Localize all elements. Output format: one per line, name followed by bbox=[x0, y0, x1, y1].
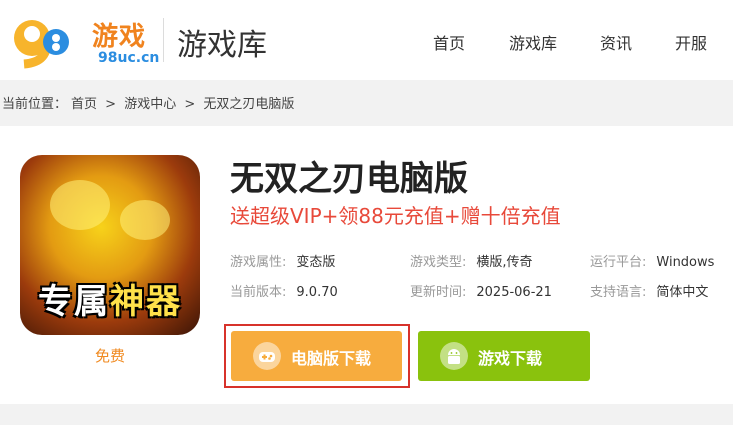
breadcrumb-separator: > bbox=[105, 97, 117, 112]
breadcrumb: 当前位置： 首页 > 游戏中心 > 无双之刃电脑版 bbox=[2, 93, 298, 112]
icon-glow bbox=[50, 180, 110, 230]
logo-98-mark bbox=[14, 20, 69, 69]
icon-glow bbox=[120, 200, 170, 240]
breadcrumb-label: 当前位置： bbox=[2, 97, 68, 112]
nav-item-game-library[interactable]: 游戏库 bbox=[509, 30, 557, 54]
info-version: 当前版本: 9.0.70 bbox=[230, 281, 338, 300]
page-title: 游戏库 bbox=[177, 28, 267, 63]
info-label: 游戏属性: bbox=[230, 255, 287, 270]
info-label: 当前版本: bbox=[230, 285, 287, 300]
info-label: 支持语言: bbox=[590, 285, 647, 300]
nav-item-server[interactable]: 开服 bbox=[675, 30, 707, 54]
next-section-edge bbox=[0, 425, 733, 441]
info-value: 变态版 bbox=[296, 255, 336, 270]
gamepad-icon bbox=[253, 342, 281, 370]
breadcrumb-separator: > bbox=[184, 97, 196, 112]
pc-download-label: 电脑版下载 bbox=[291, 349, 372, 368]
breadcrumb-game-center[interactable]: 游戏中心 bbox=[124, 97, 176, 112]
info-value: 9.0.70 bbox=[296, 285, 338, 300]
breadcrumb-home[interactable]: 首页 bbox=[71, 97, 97, 112]
info-label: 更新时间: bbox=[410, 285, 467, 300]
game-download-label: 游戏下载 bbox=[478, 349, 543, 368]
info-value: 2025-06-21 bbox=[476, 285, 552, 300]
logo-text: 游戏 bbox=[92, 22, 147, 52]
info-label: 运行平台: bbox=[590, 255, 647, 270]
promo-text: 送超级VIP+领88元充值+赠十倍充值 bbox=[230, 204, 561, 228]
info-value: Windows bbox=[656, 255, 715, 270]
nav-item-home[interactable]: 首页 bbox=[433, 30, 465, 54]
info-label: 游戏类型: bbox=[410, 255, 467, 270]
icon-caption-white: 专属 bbox=[38, 282, 110, 322]
game-download-button[interactable]: 游戏下载 bbox=[418, 331, 590, 381]
logo-domain: 98uc.cn bbox=[98, 50, 160, 66]
info-game-attribute: 游戏属性: 变态版 bbox=[230, 251, 335, 270]
game-icon-caption: 专属神器 bbox=[20, 274, 200, 323]
info-game-type: 游戏类型: 横版,传奇 bbox=[410, 251, 533, 270]
android-icon bbox=[440, 342, 468, 370]
pc-download-button[interactable]: 电脑版下载 bbox=[231, 331, 402, 381]
breadcrumb-current[interactable]: 无双之刃电脑版 bbox=[203, 97, 294, 112]
info-update-time: 更新时间: 2025-06-21 bbox=[410, 281, 552, 300]
header-divider bbox=[163, 18, 164, 62]
game-title: 无双之刃电脑版 bbox=[230, 159, 468, 199]
nav-item-news[interactable]: 资讯 bbox=[600, 30, 632, 54]
site-logo[interactable]: 游戏 98uc.cn bbox=[10, 8, 159, 70]
icon-caption-yellow: 神器 bbox=[110, 282, 182, 322]
info-platform: 运行平台: Windows bbox=[590, 251, 714, 270]
price-label: 免费 bbox=[94, 347, 125, 365]
game-icon-image: 专属神器 bbox=[20, 155, 200, 335]
info-value: 简体中文 bbox=[656, 285, 709, 300]
game-detail-card: 专属神器 免费 无双之刃电脑版 送超级VIP+领88元充值+赠十倍充值 游戏属性… bbox=[0, 126, 733, 404]
site-header: 游戏 98uc.cn 游戏库 首页 游戏库 资讯 开服 bbox=[0, 0, 733, 80]
info-language: 支持语言: 简体中文 bbox=[590, 281, 708, 300]
info-value: 横版,传奇 bbox=[476, 255, 533, 270]
